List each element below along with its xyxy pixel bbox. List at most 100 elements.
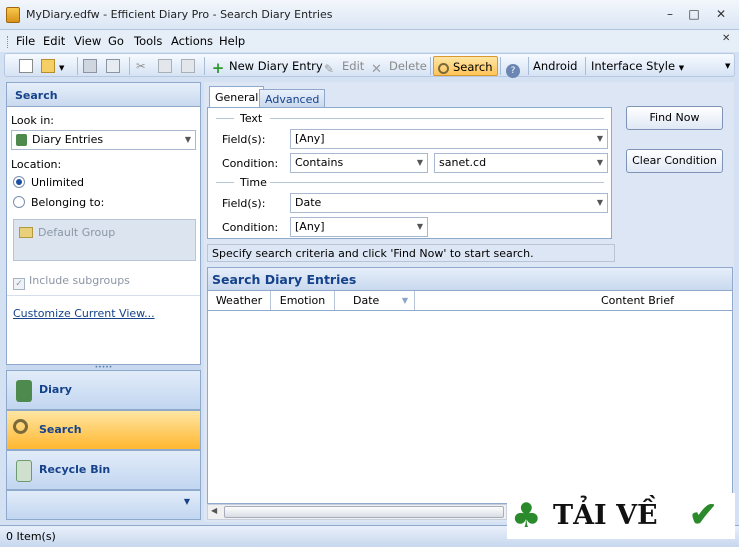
search-panel: Search Look in: Diary Entries ▼ Location… <box>6 82 201 365</box>
text-condition-select[interactable]: Contains ▼ <box>290 153 428 173</box>
scroll-left-icon[interactable]: ◀ <box>211 506 217 515</box>
window-title: MyDiary.edfw - Efficient Diary Pro - Sea… <box>26 8 333 21</box>
edit-button[interactable]: ✎ Edit <box>324 56 364 76</box>
close-button[interactable]: ✕ <box>712 6 730 22</box>
nav-diary[interactable]: Diary <box>6 370 201 410</box>
time-field-select[interactable]: Date ▼ <box>290 193 608 213</box>
minimize-button[interactable]: – <box>661 6 679 22</box>
print-preview-icon[interactable] <box>106 56 124 76</box>
text-query-value: sanet.cd <box>439 156 487 169</box>
column-date[interactable]: Date ▼ <box>335 291 415 310</box>
folder-icon <box>19 227 33 238</box>
scrollbar-thumb[interactable] <box>224 506 504 518</box>
magnifier-icon <box>438 63 449 74</box>
include-subgroups-checkbox[interactable]: ✓ Include subgroups <box>13 274 130 290</box>
search-hint: Specify search criteria and click 'Find … <box>207 244 615 262</box>
interface-style-label: Interface Style <box>591 59 676 73</box>
text-field-select[interactable]: [Any] ▼ <box>290 129 608 149</box>
text-condition-label: Condition: <box>222 157 279 170</box>
look-in-select[interactable]: Diary Entries ▼ <box>11 130 196 150</box>
title-bar: MyDiary.edfw - Efficient Diary Pro - Sea… <box>0 0 739 30</box>
search-toolbar-label: Search <box>453 60 493 74</box>
checkmark-icon: ✔ <box>689 495 718 535</box>
column-emotion[interactable]: Emotion <box>271 291 335 310</box>
toolbar-separator <box>528 57 529 75</box>
delete-button[interactable]: ✕ Delete <box>371 56 427 77</box>
search-toolbar-button[interactable]: Search <box>433 56 498 76</box>
customize-view-link[interactable]: Customize Current View... <box>13 307 155 320</box>
chevron-down-icon: ▼ <box>183 497 190 506</box>
menu-file[interactable]: File <box>16 34 35 48</box>
open-folder-icon[interactable]: ▼ <box>41 56 64 76</box>
time-section-title: Time <box>240 176 267 189</box>
mdi-close-icon[interactable]: ✕ <box>722 33 730 44</box>
results-list[interactable] <box>207 311 733 504</box>
dropdown-arrow-icon: ▼ <box>678 64 685 72</box>
chevron-down-icon: ▼ <box>416 222 423 231</box>
belonging-to-radio[interactable]: Belonging to: <box>13 196 104 209</box>
menu-grip <box>7 36 10 48</box>
paste-icon[interactable] <box>181 56 199 76</box>
text-condition-value: Contains <box>295 156 344 169</box>
menu-actions[interactable]: Actions <box>171 34 213 48</box>
chevron-down-icon: ▼ <box>596 198 603 207</box>
diary-book-icon <box>16 134 27 146</box>
magnifier-icon <box>13 419 28 434</box>
menu-help[interactable]: Help <box>219 34 245 48</box>
tab-general[interactable]: General <box>209 86 265 108</box>
help-icon[interactable]: ? <box>506 56 524 78</box>
section-line <box>270 182 604 183</box>
text-section-title: Text <box>240 112 263 125</box>
time-condition-select[interactable]: [Any] ▼ <box>290 217 428 237</box>
look-in-label: Look in: <box>11 114 54 127</box>
menu-go[interactable]: Go <box>108 34 124 48</box>
app-icon <box>6 7 20 23</box>
recycle-bin-icon <box>16 460 32 482</box>
tab-advanced[interactable]: Advanced <box>259 89 326 108</box>
nav-recycle-bin-label: Recycle Bin <box>39 463 111 476</box>
android-button[interactable]: Android <box>533 56 577 76</box>
radio-unselected-icon <box>13 196 25 208</box>
maximize-button[interactable]: □ <box>685 6 703 22</box>
plus-icon: + <box>211 59 225 77</box>
group-list[interactable]: Default Group <box>13 219 196 261</box>
checkbox-checked-icon: ✓ <box>13 278 25 290</box>
text-query-input[interactable]: sanet.cd ▼ <box>434 153 608 173</box>
menu-tools[interactable]: Tools <box>134 34 162 48</box>
toolbar-overflow-icon[interactable]: ▼ <box>725 62 730 70</box>
column-content-brief[interactable]: Content Brief <box>415 291 732 310</box>
interface-style-dropdown[interactable]: Interface Style ▼ <box>591 56 684 76</box>
new-diary-entry-label: New Diary Entry <box>229 59 323 73</box>
cut-icon[interactable]: ✂ <box>136 56 146 76</box>
chevron-down-icon: ▼ <box>184 135 191 144</box>
panel-divider <box>7 295 200 296</box>
search-panel-header: Search <box>7 83 200 107</box>
column-date-label: Date <box>353 294 380 307</box>
toolbar-separator <box>500 57 501 75</box>
watermark-logo: ♣ TẢI VỀ ✔ <box>507 493 735 539</box>
diary-icon <box>16 380 32 402</box>
unlimited-label: Unlimited <box>31 176 84 189</box>
nav-recycle-bin[interactable]: Recycle Bin <box>6 450 201 490</box>
new-document-icon[interactable] <box>19 56 37 76</box>
find-now-button[interactable]: Find Now <box>626 106 723 130</box>
clover-icon: ♣ <box>511 496 542 536</box>
nav-overflow-button[interactable]: ▼ <box>6 490 201 520</box>
unlimited-radio[interactable]: Unlimited <box>13 176 84 189</box>
nav-search[interactable]: Search <box>6 410 201 450</box>
edit-label: Edit <box>342 59 365 73</box>
results-column-header: Weather Emotion Date ▼ Content Brief <box>207 291 733 311</box>
toolbar-separator <box>430 57 431 75</box>
time-field-label: Field(s): <box>222 197 266 210</box>
column-weather[interactable]: Weather <box>208 291 271 310</box>
delete-label: Delete <box>389 59 427 73</box>
clear-condition-button[interactable]: Clear Condition <box>626 149 723 173</box>
menu-edit[interactable]: Edit <box>43 34 65 48</box>
section-line <box>216 182 234 183</box>
menu-view[interactable]: View <box>74 34 101 48</box>
section-line <box>216 118 234 119</box>
print-icon[interactable] <box>83 56 101 76</box>
horizontal-scrollbar[interactable]: ◀ <box>207 504 507 520</box>
copy-icon[interactable] <box>158 56 176 76</box>
new-diary-entry-button[interactable]: + New Diary Entry <box>211 56 323 76</box>
